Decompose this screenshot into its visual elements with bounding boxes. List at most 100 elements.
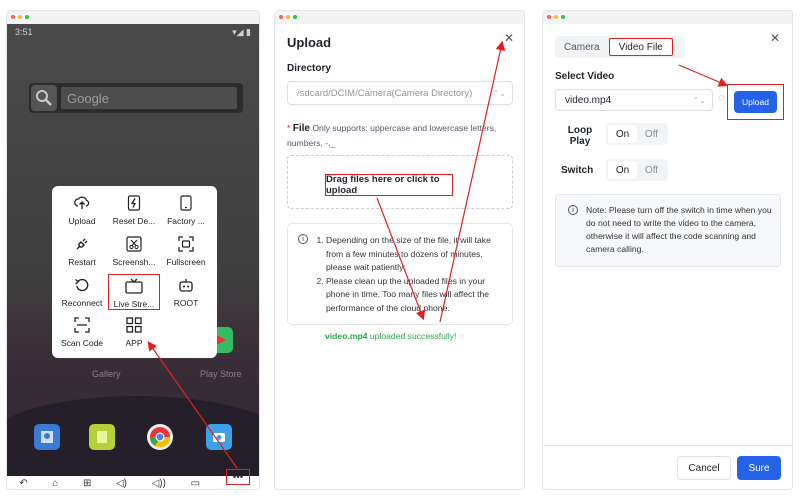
app-label-play-store: Play Store — [200, 369, 242, 379]
menu-item-upload[interactable]: Upload — [56, 194, 108, 226]
window-titlebar — [275, 11, 524, 24]
directory-select[interactable]: /sdcard/DCIM/Camera(Camera Directory) ⌃⌄ — [287, 81, 513, 105]
screen-icon[interactable]: ▭ — [191, 478, 200, 489]
close-dot[interactable] — [547, 15, 551, 19]
volume-down-icon[interactable]: ◁) — [116, 478, 127, 489]
menu-item-label: APP — [125, 338, 143, 348]
menu-item-label: Reset De... — [112, 216, 156, 226]
close-dot[interactable] — [279, 15, 283, 19]
window-titlebar — [7, 11, 259, 24]
minimize-dot[interactable] — [286, 15, 290, 19]
menu-item-screenshot[interactable]: Screensh... — [108, 235, 160, 267]
dropzone-label[interactable]: Drag files here or click to upload — [325, 174, 453, 196]
note-item: Please clean up the uploaded files in yo… — [326, 275, 508, 316]
robot-icon — [160, 276, 212, 294]
menu-item-fullscreen[interactable]: Fullscreen — [160, 235, 212, 267]
notes-icon[interactable] — [89, 424, 115, 450]
menu-item-label: Fullscreen — [166, 257, 206, 267]
menu-item-factory-reset[interactable]: Factory ... — [160, 194, 212, 226]
file-label: File — [292, 123, 310, 134]
upload-button[interactable]: Upload — [734, 91, 777, 113]
close-icon[interactable]: ✕ — [770, 31, 780, 45]
phone-screen: 3:51 ▾◢ ▮ Google Gallery Play Store Uplo… — [7, 24, 259, 476]
switch-label: Switch — [561, 165, 594, 176]
tab-video-file[interactable]: Video File — [608, 38, 673, 56]
tab-camera[interactable]: Camera — [555, 38, 609, 56]
cloud-upload-icon — [56, 194, 108, 212]
cancel-button[interactable]: Cancel — [677, 456, 731, 480]
note-item: Depending on the size of the file, it wi… — [326, 234, 508, 275]
contacts-icon[interactable] — [34, 424, 60, 450]
back-icon[interactable]: ↶ — [19, 478, 27, 489]
loop-play-label: Loop Play — [567, 125, 593, 147]
menu-item-label: Live Stre... — [113, 299, 155, 309]
reconnect-icon — [56, 276, 108, 294]
menu-item-app[interactable]: APP — [108, 316, 160, 348]
menu-item-live-stream[interactable]: Live Stre... — [108, 274, 160, 310]
loading-icon: ◌ — [718, 92, 725, 104]
volume-up-icon[interactable]: ◁)) — [152, 478, 166, 489]
file-field-label: * File Only supports: uppercase and lowe… — [287, 121, 515, 150]
dialog-title: Upload — [287, 35, 332, 50]
sure-button[interactable]: Sure — [737, 456, 781, 480]
upload-highlight: Upload — [727, 84, 784, 120]
menu-item-label: Restart — [68, 257, 96, 267]
loop-on-option[interactable]: On — [608, 125, 637, 143]
status-time: 3:51 — [15, 27, 33, 37]
search-icon — [31, 85, 57, 111]
phone-icon — [160, 194, 212, 212]
menu-item-label: Factory ... — [167, 216, 205, 226]
plug-icon — [56, 235, 108, 253]
select-video-label: Select Video — [555, 71, 615, 82]
minimize-dot[interactable] — [18, 15, 22, 19]
menu-item-scan-code[interactable]: Scan Code — [56, 316, 108, 348]
switch-off-option[interactable]: Off — [637, 161, 666, 179]
menu-item-restart[interactable]: Restart — [56, 235, 108, 267]
grid-icon — [108, 316, 160, 334]
close-icon[interactable]: ✕ — [504, 31, 514, 45]
scan-icon — [56, 316, 108, 334]
video-select[interactable]: video.mp4 ⌃⌄ — [555, 89, 713, 111]
google-search-bar[interactable]: Google — [29, 83, 243, 113]
menu-item-reset-device[interactable]: Reset De... — [108, 194, 160, 226]
success-text: uploaded successfully! — [369, 331, 457, 341]
info-icon: i — [568, 205, 578, 215]
menu-item-reconnect[interactable]: Reconnect — [56, 276, 108, 308]
chrome-icon[interactable] — [147, 424, 173, 450]
chevron-updown-icon: ⌃⌄ — [692, 95, 706, 105]
search-input[interactable]: Google — [61, 87, 237, 109]
menu-item-label: Reconnect — [61, 298, 103, 308]
more-icon[interactable]: ••• — [226, 469, 250, 485]
home-icon[interactable]: ⌂ — [52, 478, 58, 489]
close-dot[interactable] — [11, 15, 15, 19]
scissors-icon — [108, 235, 160, 253]
status-icons: ▾◢ ▮ — [232, 26, 251, 37]
menu-item-label: Screensh... — [112, 257, 156, 267]
status-bar: 3:51 ▾◢ ▮ — [7, 24, 259, 40]
source-tabs: Camera Video File — [555, 36, 685, 58]
directory-label: Directory — [287, 63, 331, 74]
maximize-dot[interactable] — [25, 15, 29, 19]
menu-item-label: Scan Code — [60, 338, 104, 348]
note-text: Note: Please turn off the switch in time… — [586, 205, 772, 254]
file-dropzone[interactable]: Drag files here or click to upload — [287, 155, 513, 209]
tools-menu: Upload Reset De... Factory ... Restart S… — [52, 186, 217, 358]
footer-divider — [543, 445, 792, 446]
phone-nav-bar: ↶ ⌂ ⊞ ◁) ◁)) ▭ — [7, 476, 259, 489]
tv-icon — [109, 277, 159, 295]
maximize-dot[interactable] — [561, 15, 565, 19]
info-icon: i — [298, 234, 308, 244]
maximize-dot[interactable] — [293, 15, 297, 19]
loop-play-toggle[interactable]: On Off — [606, 123, 668, 145]
switch-toggle[interactable]: On Off — [606, 159, 668, 181]
menu-item-root[interactable]: ROOT — [160, 276, 212, 308]
phone-window: 3:51 ▾◢ ▮ Google Gallery Play Store Uplo… — [6, 10, 260, 490]
switch-on-option[interactable]: On — [608, 161, 637, 179]
camera-app-icon[interactable] — [206, 424, 232, 450]
apps-icon[interactable]: ⊞ — [83, 478, 91, 489]
loop-off-option[interactable]: Off — [637, 125, 666, 143]
window-titlebar — [543, 11, 792, 24]
minimize-dot[interactable] — [554, 15, 558, 19]
flash-icon — [108, 194, 160, 212]
uploaded-filename: video.mp4 — [325, 331, 368, 341]
